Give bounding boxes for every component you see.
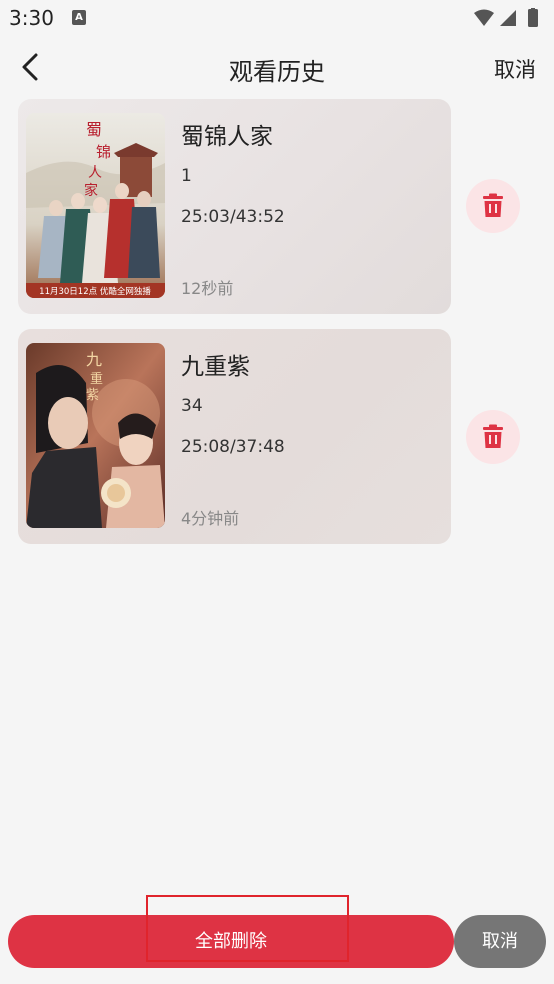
cancel-button[interactable]: 取消 [454, 915, 546, 968]
app-header: 观看历史 取消 [0, 36, 554, 98]
item-episode: 1 [181, 166, 192, 186]
item-time-ago: 12秒前 [181, 279, 234, 298]
poster-image[interactable]: 蜀 锦 人 家 11月30日12点 优酷全网独播 [26, 113, 165, 298]
svg-text:蜀: 蜀 [86, 120, 102, 139]
history-item[interactable]: 九 重 紫 九重紫 34 25:08/37:48 4分钟前 [18, 329, 451, 544]
svg-text:人: 人 [88, 165, 102, 181]
status-bar: 3:30 A [0, 0, 554, 36]
delete-item-button[interactable] [466, 179, 520, 233]
item-episode: 34 [181, 396, 203, 416]
item-time-ago: 4分钟前 [181, 509, 240, 528]
item-title: 蜀锦人家 [181, 124, 273, 150]
svg-text:紫: 紫 [86, 388, 99, 403]
page-title: 观看历史 [229, 58, 325, 86]
history-item[interactable]: 蜀 锦 人 家 11月30日12点 优酷全网独播 蜀锦人家 1 25:03/43… [18, 99, 451, 314]
item-title: 九重紫 [181, 354, 250, 380]
a-icon: A [72, 10, 86, 25]
svg-text:11月30日12点 优酷全网独播: 11月30日12点 优酷全网独播 [39, 286, 151, 297]
item-progress: 25:03/43:52 [181, 207, 285, 227]
wifi-icon [474, 9, 494, 26]
item-progress: 25:08/37:48 [181, 437, 285, 457]
status-time: 3:30 [9, 6, 54, 30]
poster-image[interactable]: 九 重 紫 [26, 343, 165, 528]
bottom-action-bar: 全部删除 取消 [0, 900, 554, 984]
svg-text:重: 重 [90, 371, 103, 387]
battery-icon [528, 9, 538, 27]
svg-text:锦: 锦 [96, 143, 111, 161]
delete-all-button[interactable]: 全部删除 [8, 915, 454, 968]
trash-icon [483, 424, 503, 448]
trash-icon [483, 193, 503, 217]
signal-icon [500, 10, 516, 26]
delete-item-button[interactable] [466, 410, 520, 464]
cancel-edit-button[interactable]: 取消 [494, 54, 536, 84]
svg-text:九: 九 [86, 350, 102, 369]
status-icons [472, 7, 544, 32]
svg-text:家: 家 [84, 182, 98, 199]
